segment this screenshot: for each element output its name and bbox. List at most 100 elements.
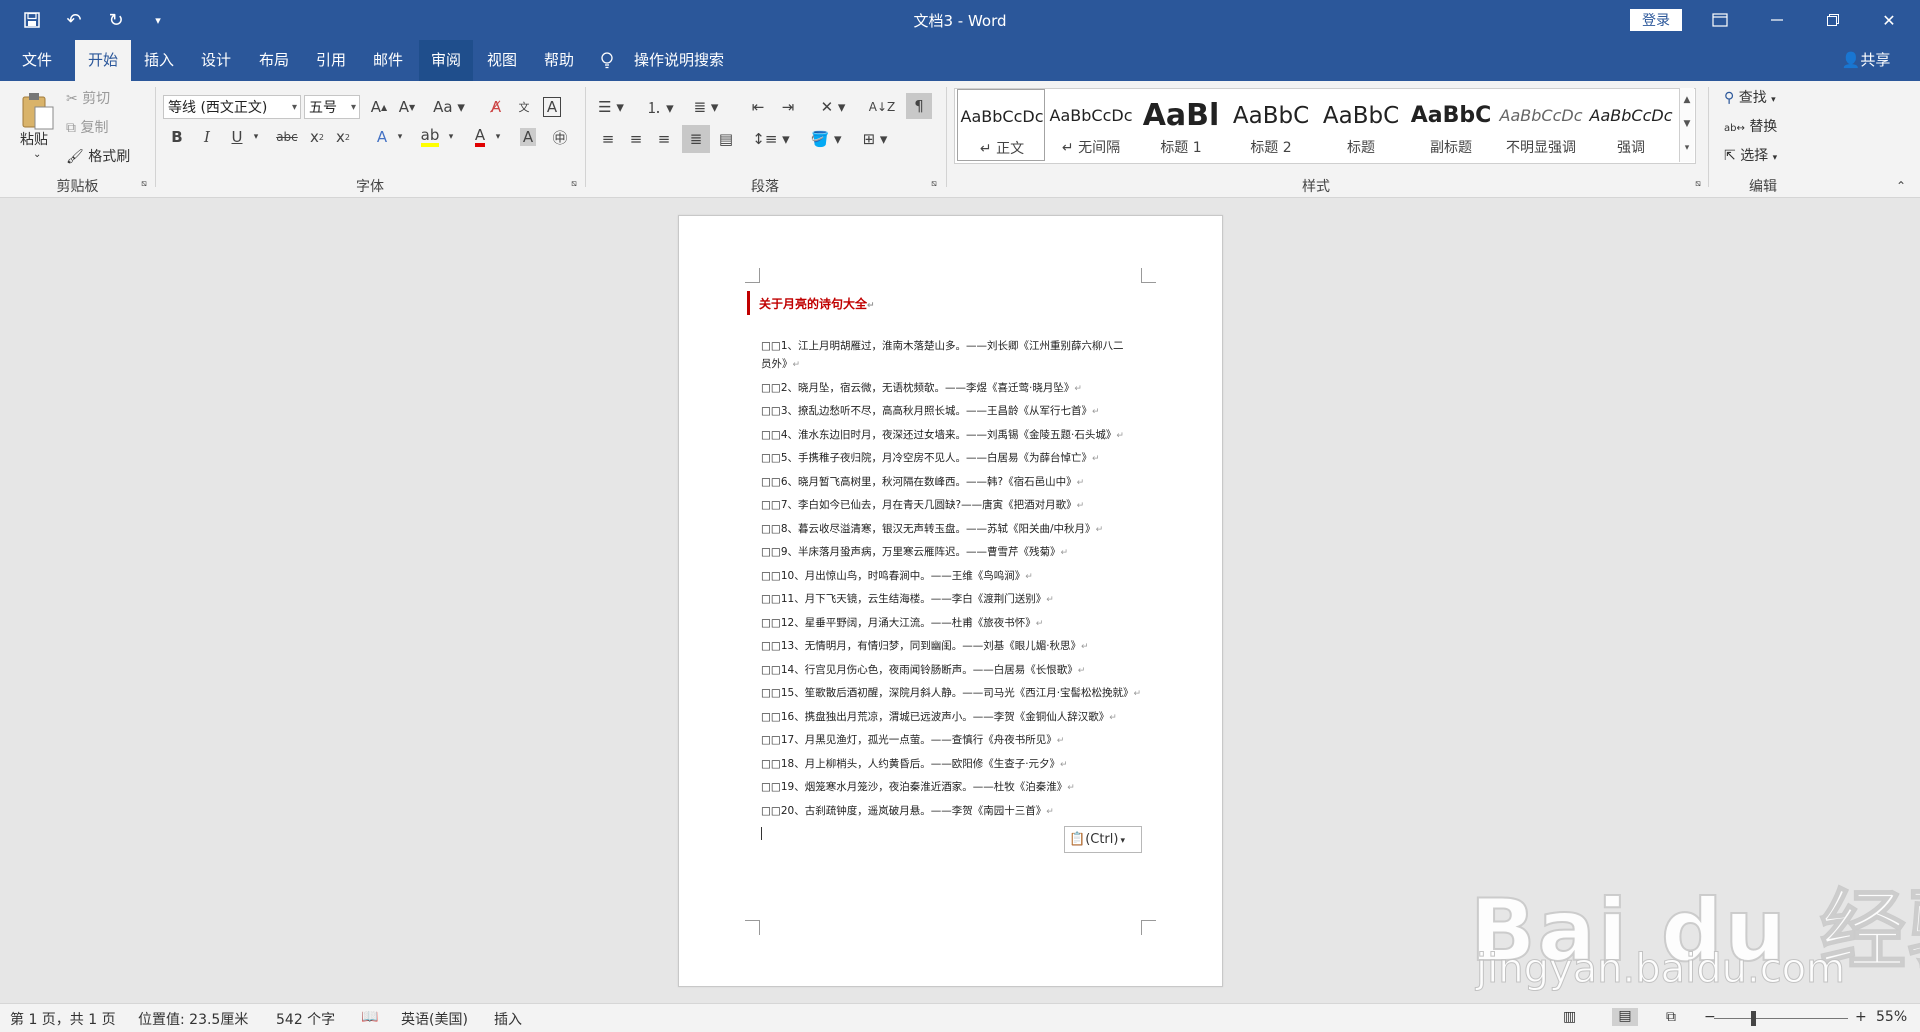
tab-layout[interactable]: 布局 bbox=[248, 40, 300, 81]
poem-line[interactable]: □□10、月出惊山鸟，时鸣春涧中。——王维《鸟鸣涧》↵ bbox=[761, 568, 1033, 583]
increase-indent-icon[interactable]: ⇥ bbox=[776, 95, 800, 119]
decrease-indent-icon[interactable]: ⇤ bbox=[746, 95, 770, 119]
chevron-down-icon[interactable]: ▾ bbox=[250, 125, 262, 149]
zoom-slider[interactable] bbox=[1714, 1018, 1848, 1019]
shading-icon[interactable]: 🪣 ▾ bbox=[808, 127, 844, 151]
highlight-icon[interactable]: ab bbox=[418, 125, 442, 149]
format-painter-button[interactable]: 🖌 格式刷 bbox=[66, 146, 130, 166]
style-subtle-emphasis[interactable]: AaBbCcDc 不明显强调 bbox=[1497, 89, 1585, 161]
poem-line[interactable]: □□19、烟笼寒水月笼沙，夜泊秦淮近酒家。——杜牧《泊秦淮》↵ bbox=[761, 779, 1075, 794]
word-count[interactable]: 542 个字 bbox=[276, 1009, 335, 1029]
character-shading-icon[interactable]: A bbox=[516, 125, 540, 149]
font-size-combo[interactable]: 五号 ▾ bbox=[304, 95, 360, 119]
numbering-icon[interactable]: ⒈ ▾ bbox=[642, 95, 678, 119]
poem-line[interactable]: □□6、晓月暂飞高树里，秋河隔在数峰西。——韩?《宿石邑山中》↵ bbox=[761, 474, 1084, 489]
poem-line[interactable]: □□8、暮云收尽溢清寒，银汉无声转玉盘。——苏轼《阳关曲/中秋月》↵ bbox=[761, 521, 1103, 536]
vertical-position[interactable]: 位置值: 23.5厘米 bbox=[138, 1009, 248, 1029]
style-heading-2[interactable]: AaBbC 标题 2 bbox=[1227, 89, 1315, 161]
font-color-icon[interactable]: A bbox=[468, 125, 492, 149]
show-marks-icon[interactable]: ¶ bbox=[906, 93, 932, 119]
poem-line[interactable]: □□12、星垂平野阔，月涌大江流。——杜甫《旅夜书怀》↵ bbox=[761, 615, 1043, 630]
tab-mailings[interactable]: 邮件 bbox=[362, 40, 414, 81]
tab-design[interactable]: 设计 bbox=[190, 40, 242, 81]
restore-icon[interactable] bbox=[1810, 0, 1856, 40]
style-emphasis[interactable]: AaBbCcDc 强调 bbox=[1587, 89, 1675, 161]
style-heading-1[interactable]: AaBl 标题 1 bbox=[1137, 89, 1225, 161]
tab-insert[interactable]: 插入 bbox=[133, 40, 185, 81]
tell-me-search[interactable]: 操作说明搜索 bbox=[600, 40, 740, 81]
paste-dropdown-icon[interactable]: ⌄ bbox=[33, 149, 41, 160]
replace-button[interactable]: ab↔ 替换 bbox=[1724, 116, 1777, 136]
style-normal[interactable]: AaBbCcDc ↵ 正文 bbox=[957, 89, 1045, 161]
poem-line[interactable]: □□9、半床落月蛩声病，万里寒云雁阵迟。——曹雪芹《残菊》↵ bbox=[761, 544, 1068, 559]
web-layout-icon[interactable]: ⧉ bbox=[1666, 1009, 1676, 1025]
chevron-down-icon[interactable]: ▾ bbox=[446, 125, 456, 149]
style-title[interactable]: AaBbC 标题 bbox=[1317, 89, 1405, 161]
poem-line[interactable]: □□5、手携稚子夜归院，月冷空房不见人。——白居易《为薛台悼亡》↵ bbox=[761, 450, 1100, 465]
poem-line[interactable]: □□3、撩乱边愁听不尽，高高秋月照长城。——王昌龄《从军行七首》↵ bbox=[761, 403, 1100, 418]
shrink-font-icon[interactable]: A ▼ bbox=[395, 95, 419, 119]
find-button[interactable]: ⚲ 查找 ▾ bbox=[1724, 87, 1776, 107]
page-count[interactable]: 第 1 页，共 1 页 bbox=[10, 1009, 116, 1029]
tab-view[interactable]: 视图 bbox=[476, 40, 528, 81]
paste-options-button[interactable]: 📋(Ctrl) ▾ bbox=[1064, 826, 1142, 853]
justify-icon[interactable]: ≣ bbox=[682, 125, 710, 153]
chevron-down-icon[interactable]: ▾ bbox=[395, 125, 405, 149]
phonetic-guide-icon[interactable]: 文 bbox=[512, 95, 536, 119]
styles-launcher-icon[interactable]: ⧅ bbox=[1692, 178, 1704, 190]
strikethrough-icon[interactable]: abc bbox=[272, 125, 302, 149]
minimize-icon[interactable] bbox=[1754, 0, 1800, 40]
bold-icon[interactable]: B bbox=[166, 125, 188, 149]
document-title[interactable]: 关于月亮的诗句大全↵ bbox=[759, 295, 875, 312]
poem-line[interactable]: □□1、江上月明胡雁过，淮南木落楚山多。——刘长卿《江州重别薛六柳八二 bbox=[761, 338, 1124, 353]
text-effects-icon[interactable]: A bbox=[370, 125, 394, 149]
distributed-icon[interactable]: ▤ bbox=[714, 127, 738, 151]
change-case-icon[interactable]: Aa ▾ bbox=[430, 95, 468, 119]
chevron-up-icon[interactable]: ▲ bbox=[1680, 88, 1694, 112]
font-launcher-icon[interactable]: ⧅ bbox=[568, 178, 580, 190]
tab-help[interactable]: 帮助 bbox=[533, 40, 585, 81]
subscript-icon[interactable]: x2 bbox=[306, 125, 328, 149]
poem-line[interactable]: □□20、古刹疏钟度，遥岚破月悬。——李贺《南园十三首》↵ bbox=[761, 803, 1054, 818]
language[interactable]: 英语(美国) bbox=[401, 1009, 468, 1029]
tab-references[interactable]: 引用 bbox=[305, 40, 357, 81]
align-center-icon[interactable]: ≡ bbox=[624, 127, 648, 151]
multilevel-list-icon[interactable]: ≣ ▾ bbox=[688, 95, 724, 119]
poem-line[interactable]: □□4、淮水东边旧时月，夜深还过女墙来。——刘禹锡《金陵五题·石头城》↵ bbox=[761, 427, 1124, 442]
zoom-in-icon[interactable]: + bbox=[1855, 1009, 1867, 1025]
poem-line[interactable]: □□13、无情明月，有情归梦，同到幽闺。——刘基《眼儿媚·秋思》↵ bbox=[761, 638, 1089, 653]
font-name-combo[interactable]: 等线 (西文正文) ▾ bbox=[163, 95, 301, 119]
zoom-out-icon[interactable]: − bbox=[1704, 1009, 1716, 1025]
paste-icon[interactable] bbox=[18, 89, 58, 133]
style-subtitle[interactable]: AaBbC 副标题 bbox=[1407, 89, 1495, 161]
style-no-spacing[interactable]: AaBbCcDc ↵ 无间隔 bbox=[1047, 89, 1135, 161]
italic-icon[interactable]: I bbox=[196, 125, 218, 149]
proofing-icon[interactable]: 📖 bbox=[361, 1009, 378, 1025]
paste-button[interactable]: 粘贴 bbox=[20, 129, 48, 149]
ribbon-display-options-icon[interactable] bbox=[1697, 0, 1743, 40]
align-left-icon[interactable]: ≡ bbox=[596, 127, 620, 151]
poem-line[interactable]: □□18、月上柳梢头，人约黄昏后。——欧阳修《生查子·元夕》↵ bbox=[761, 756, 1068, 771]
insert-mode[interactable]: 插入 bbox=[494, 1009, 522, 1029]
sort-icon[interactable]: A↓Z bbox=[869, 95, 895, 119]
more-styles-icon[interactable]: ▾ bbox=[1680, 136, 1694, 160]
share-button[interactable]: 👤共享 bbox=[1834, 40, 1898, 81]
chevron-down-icon[interactable]: ▼ bbox=[1680, 112, 1694, 136]
poem-line[interactable]: □□2、晓月坠，宿云微，无语枕频欹。——李煜《喜迁莺·晓月坠》↵ bbox=[761, 380, 1082, 395]
clipboard-launcher-icon[interactable]: ⧅ bbox=[138, 178, 150, 190]
poem-line[interactable]: □□17、月黑见渔灯，孤光一点萤。——查慎行《舟夜书所见》↵ bbox=[761, 732, 1064, 747]
tab-home[interactable]: 开始 bbox=[75, 40, 131, 81]
collapse-ribbon-icon[interactable]: ⌃ bbox=[1892, 179, 1910, 193]
grow-font-icon[interactable]: A ▲ bbox=[367, 95, 391, 119]
borders-icon[interactable]: ⊞ ▾ bbox=[856, 127, 894, 151]
clear-formatting-icon[interactable]: A̸ bbox=[484, 95, 508, 119]
poem-line[interactable]: □□16、携盘独出月荒凉，渭城已远波声小。——李贺《金铜仙人辞汉歌》↵ bbox=[761, 709, 1117, 724]
underline-icon[interactable]: U bbox=[226, 125, 248, 149]
chevron-down-icon[interactable]: ▾ bbox=[493, 125, 503, 149]
styles-scroll[interactable]: ▲ ▼ ▾ bbox=[1679, 88, 1694, 162]
paragraph-launcher-icon[interactable]: ⧅ bbox=[928, 178, 940, 190]
character-border-icon[interactable]: A bbox=[540, 95, 564, 119]
tab-review[interactable]: 审阅 bbox=[419, 40, 473, 81]
tab-file[interactable]: 文件 bbox=[8, 40, 66, 81]
line-spacing-icon[interactable]: ↕≡ ▾ bbox=[752, 127, 790, 151]
